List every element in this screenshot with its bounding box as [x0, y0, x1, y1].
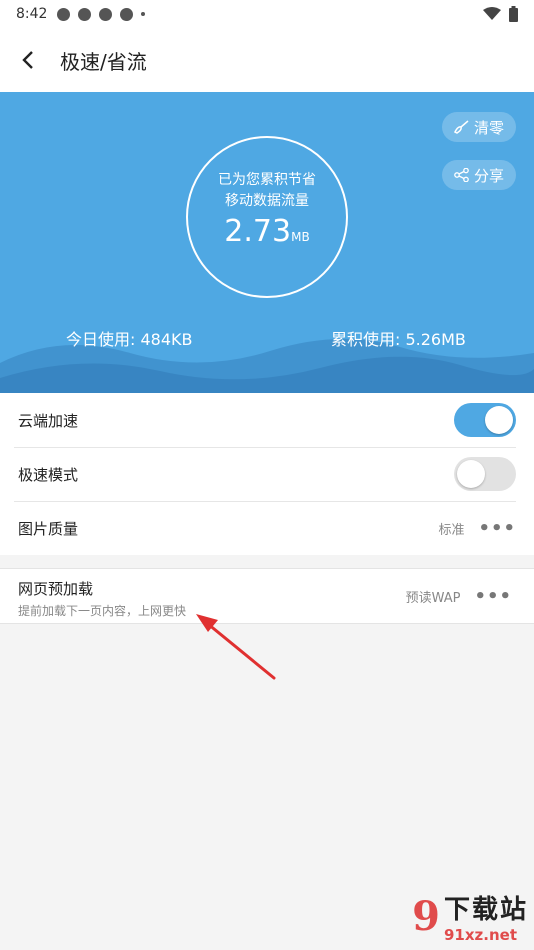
settings-list: 云端加速 极速模式 图片质量 标准 •••: [0, 393, 534, 555]
notification-icon: [78, 7, 92, 21]
app-bar: 极速/省流: [0, 28, 534, 92]
preload-title: 网页预加载: [18, 580, 94, 598]
watermark-brand: 下载站: [443, 895, 528, 925]
watermark-domain: 91xz.net: [443, 926, 517, 944]
image-quality-more-icon[interactable]: •••: [478, 518, 516, 539]
toggle-knob: [457, 460, 485, 488]
site-watermark: 9 下载站 91xz.net: [412, 889, 528, 944]
cloud-accel-toggle[interactable]: [454, 403, 516, 437]
status-bar: 8:42: [0, 0, 534, 28]
setting-row-image-quality[interactable]: 图片质量 标准 •••: [0, 501, 534, 555]
total-usage: 累积使用: 5.26MB: [331, 330, 466, 349]
clear-button-label: 清零: [473, 118, 504, 137]
wifi-icon: [483, 7, 501, 20]
battery-icon: [509, 6, 518, 22]
image-quality-value: 标准: [438, 522, 465, 538]
savings-caption-line2: 移动数据流量: [225, 193, 309, 209]
status-time: 8:42: [16, 6, 48, 22]
more-notifications-dot-icon: [141, 12, 146, 16]
speed-mode-label: 极速模式: [18, 465, 79, 484]
preload-description: 提前加载下一页内容，上网更快: [18, 604, 187, 618]
setting-row-cloud-accel[interactable]: 云端加速: [0, 393, 534, 447]
watermark-logo: 9: [412, 893, 440, 940]
speed-mode-toggle[interactable]: [454, 457, 516, 491]
notification-icon: [99, 7, 113, 21]
cloud-accel-label: 云端加速: [18, 411, 79, 430]
share-icon: [454, 168, 469, 182]
share-button-label: 分享: [473, 166, 504, 185]
page-title: 极速/省流: [60, 49, 147, 74]
broom-icon: [453, 120, 469, 134]
savings-caption-line1: 已为您累积节省: [218, 172, 316, 188]
setting-row-speed-mode[interactable]: 极速模式: [0, 447, 534, 501]
setting-row-web-preload[interactable]: 网页预加载 提前加载下一页内容，上网更快 预读WAP •••: [0, 568, 534, 624]
preload-more-icon[interactable]: •••: [474, 586, 512, 607]
back-button[interactable]: [0, 28, 56, 92]
preload-value: 预读WAP: [405, 591, 461, 606]
toggle-knob: [485, 406, 513, 434]
today-usage: 今日使用: 484KB: [66, 330, 193, 349]
share-button[interactable]: 分享: [441, 160, 516, 190]
clear-button[interactable]: 清零: [441, 112, 516, 142]
notification-icon: [57, 7, 71, 21]
data-saving-banner: 已为您累积节省 移动数据流量 2.73MB 清零 分享 今日使用: 484KB …: [0, 92, 534, 393]
savings-unit: MB: [291, 230, 310, 244]
notification-icon: [120, 7, 134, 21]
chevron-left-icon: [22, 51, 33, 69]
notification-icons: [57, 7, 146, 21]
image-quality-label: 图片质量: [18, 519, 79, 538]
savings-value: 2.73: [224, 214, 292, 249]
savings-circle: 已为您累积节省 移动数据流量 2.73MB: [186, 136, 348, 298]
